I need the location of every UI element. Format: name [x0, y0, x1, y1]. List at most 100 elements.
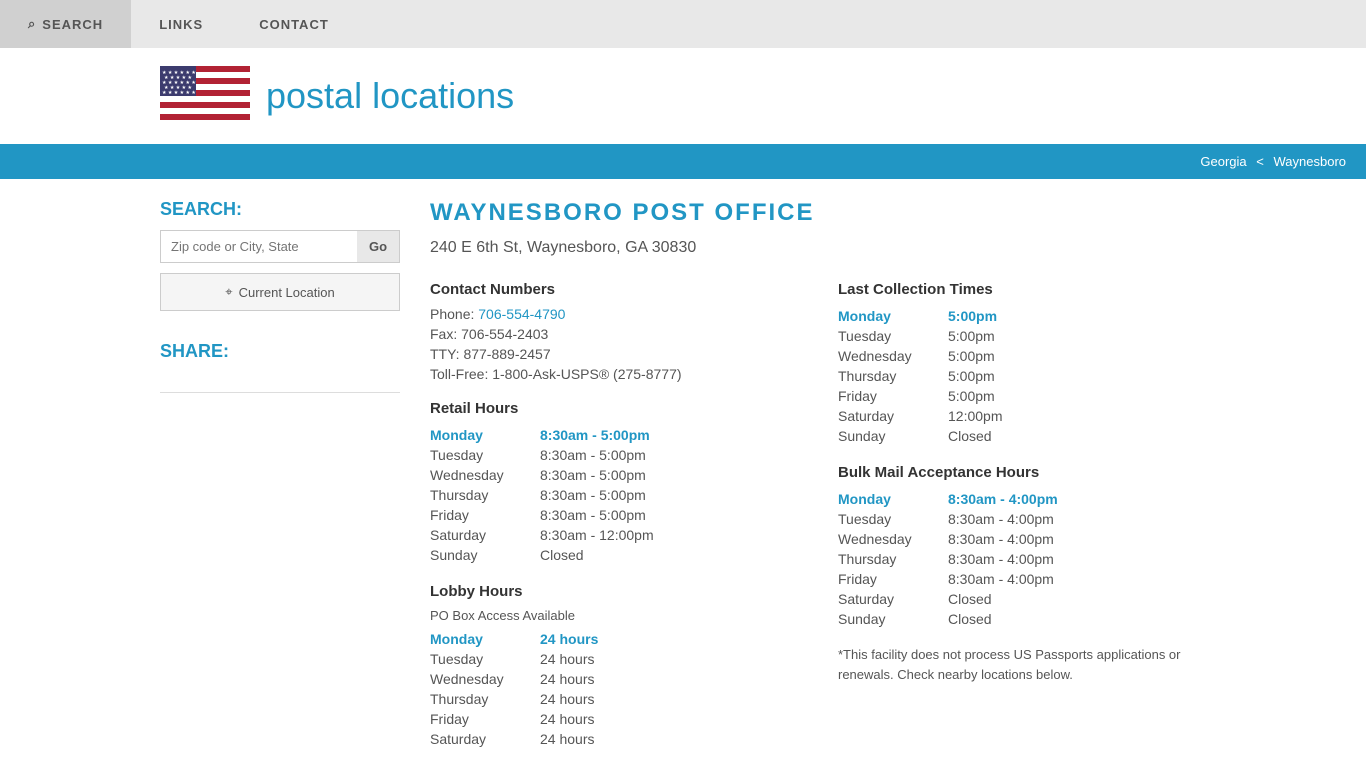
- nav-search[interactable]: ⌕ SEARCH: [0, 0, 131, 48]
- hours-day: Wednesday: [838, 531, 948, 547]
- hours-day: Thursday: [838, 551, 948, 567]
- table-row: Thursday8:30am - 4:00pm: [838, 549, 1206, 569]
- hours-day: Saturday: [430, 731, 540, 747]
- nav-contact-label: CONTACT: [259, 17, 329, 32]
- hours-day: Friday: [838, 388, 948, 404]
- table-row: Friday8:30am - 4:00pm: [838, 569, 1206, 589]
- site-logo-text: postal locations: [266, 75, 514, 117]
- table-row: Friday8:30am - 5:00pm: [430, 505, 798, 525]
- table-row: Wednesday8:30am - 5:00pm: [430, 465, 798, 485]
- hours-day: Tuesday: [838, 511, 948, 527]
- sidebar: SEARCH: Go ⌖ Current Location SHARE:: [160, 199, 400, 749]
- hours-time: 24 hours: [540, 671, 594, 687]
- hours-time: 8:30am - 12:00pm: [540, 527, 654, 543]
- hours-day: Monday: [430, 427, 540, 443]
- logo-flag: ★ ★ ★ ★ ★ ★ ★ ★ ★ ★ ★ ★ ★ ★ ★ ★ ★ ★ ★ ★ …: [160, 66, 250, 126]
- hours-day: Thursday: [430, 691, 540, 707]
- hours-time: Closed: [540, 547, 584, 563]
- table-row: Saturday8:30am - 12:00pm: [430, 525, 798, 545]
- hours-day: Thursday: [430, 487, 540, 503]
- nav-links[interactable]: LINKS: [131, 0, 231, 48]
- right-column: Last Collection Times Monday5:00pmTuesda…: [838, 281, 1206, 749]
- table-row: Thursday5:00pm: [838, 366, 1206, 386]
- table-row: SaturdayClosed: [838, 589, 1206, 609]
- hours-day: Thursday: [838, 368, 948, 384]
- hours-time: 5:00pm: [948, 368, 995, 384]
- table-row: Wednesday24 hours: [430, 669, 798, 689]
- search-input[interactable]: [161, 231, 357, 262]
- hours-day: Wednesday: [430, 467, 540, 483]
- share-title: SHARE:: [160, 341, 400, 362]
- contact-heading: Contact Numbers: [430, 281, 798, 298]
- tty-line: TTY: 877-889-2457: [430, 346, 798, 362]
- breadcrumb-city: Waynesboro: [1274, 154, 1347, 169]
- hours-day: Friday: [430, 507, 540, 523]
- fax-line: Fax: 706-554-2403: [430, 326, 798, 342]
- table-row: SundayClosed: [838, 426, 1206, 446]
- sidebar-divider: [160, 392, 400, 393]
- table-row: Saturday12:00pm: [838, 406, 1206, 426]
- phone-link[interactable]: 706-554-4790: [478, 306, 565, 322]
- left-column: Contact Numbers Phone: 706-554-4790 Fax:…: [430, 281, 798, 749]
- nav-contact[interactable]: CONTACT: [231, 0, 357, 48]
- bulk-mail: Bulk Mail Acceptance Hours Monday8:30am …: [838, 464, 1206, 629]
- site-header: ★ ★ ★ ★ ★ ★ ★ ★ ★ ★ ★ ★ ★ ★ ★ ★ ★ ★ ★ ★ …: [0, 48, 1366, 144]
- table-row: Thursday24 hours: [430, 689, 798, 709]
- table-row: Tuesday24 hours: [430, 649, 798, 669]
- current-location-button[interactable]: ⌖ Current Location: [160, 273, 400, 311]
- search-icon: ⌕: [28, 16, 36, 32]
- hours-time: Closed: [948, 591, 992, 607]
- hours-time: 8:30am - 4:00pm: [948, 511, 1054, 527]
- hours-time: 24 hours: [540, 651, 594, 667]
- hours-time: 8:30am - 5:00pm: [540, 427, 650, 443]
- hours-time: 8:30am - 4:00pm: [948, 551, 1054, 567]
- hours-time: Closed: [948, 428, 992, 444]
- hours-time: 24 hours: [540, 631, 598, 647]
- hours-time: 24 hours: [540, 691, 594, 707]
- nav-bar: ⌕ SEARCH LINKS CONTACT: [0, 0, 1366, 48]
- hours-day: Wednesday: [838, 348, 948, 364]
- hours-day: Friday: [838, 571, 948, 587]
- table-row: Tuesday8:30am - 5:00pm: [430, 445, 798, 465]
- main-content: SEARCH: Go ⌖ Current Location SHARE: WAY…: [0, 179, 1366, 769]
- hours-day: Monday: [430, 631, 540, 647]
- collection-rows: Monday5:00pmTuesday5:00pmWednesday5:00pm…: [838, 306, 1206, 446]
- hours-time: 5:00pm: [948, 308, 997, 324]
- table-row: Monday24 hours: [430, 629, 798, 649]
- hours-day: Saturday: [838, 591, 948, 607]
- table-row: Monday8:30am - 4:00pm: [838, 489, 1206, 509]
- share-section: SHARE:: [160, 341, 400, 362]
- breadcrumb-state[interactable]: Georgia: [1200, 154, 1246, 169]
- hours-day: Sunday: [838, 428, 948, 444]
- table-row: Friday5:00pm: [838, 386, 1206, 406]
- table-row: Saturday24 hours: [430, 729, 798, 749]
- hours-day: Tuesday: [430, 651, 540, 667]
- collection-heading: Last Collection Times: [838, 281, 1206, 298]
- search-go-button[interactable]: Go: [357, 231, 399, 262]
- hours-day: Monday: [838, 308, 948, 324]
- hours-day: Saturday: [430, 527, 540, 543]
- post-office-address: 240 E 6th St, Waynesboro, GA 30830: [430, 239, 1206, 257]
- hours-time: 5:00pm: [948, 388, 995, 404]
- hours-time: Closed: [948, 611, 992, 627]
- info-columns: Contact Numbers Phone: 706-554-4790 Fax:…: [430, 281, 1206, 749]
- hours-day: Monday: [838, 491, 948, 507]
- hours-day: Tuesday: [838, 328, 948, 344]
- table-row: Tuesday5:00pm: [838, 326, 1206, 346]
- search-box: Go: [160, 230, 400, 263]
- passport-note: *This facility does not process US Passp…: [838, 645, 1206, 684]
- hours-day: Sunday: [838, 611, 948, 627]
- hours-time: 12:00pm: [948, 408, 1002, 424]
- tollfree-line: Toll-Free: 1-800-Ask-USPS® (275-8777): [430, 366, 798, 382]
- table-row: Monday8:30am - 5:00pm: [430, 425, 798, 445]
- post-office-title: WAYNESBORO POST OFFICE: [430, 199, 1206, 227]
- hours-time: 24 hours: [540, 711, 594, 727]
- table-row: Friday24 hours: [430, 709, 798, 729]
- sidebar-search-title: SEARCH:: [160, 199, 400, 220]
- lobby-rows: Monday24 hoursTuesday24 hoursWednesday24…: [430, 629, 798, 749]
- table-row: Wednesday8:30am - 4:00pm: [838, 529, 1206, 549]
- nav-search-label: SEARCH: [42, 17, 103, 32]
- content-section: WAYNESBORO POST OFFICE 240 E 6th St, Way…: [430, 199, 1206, 749]
- hours-time: 8:30am - 5:00pm: [540, 467, 646, 483]
- hours-day: Tuesday: [430, 447, 540, 463]
